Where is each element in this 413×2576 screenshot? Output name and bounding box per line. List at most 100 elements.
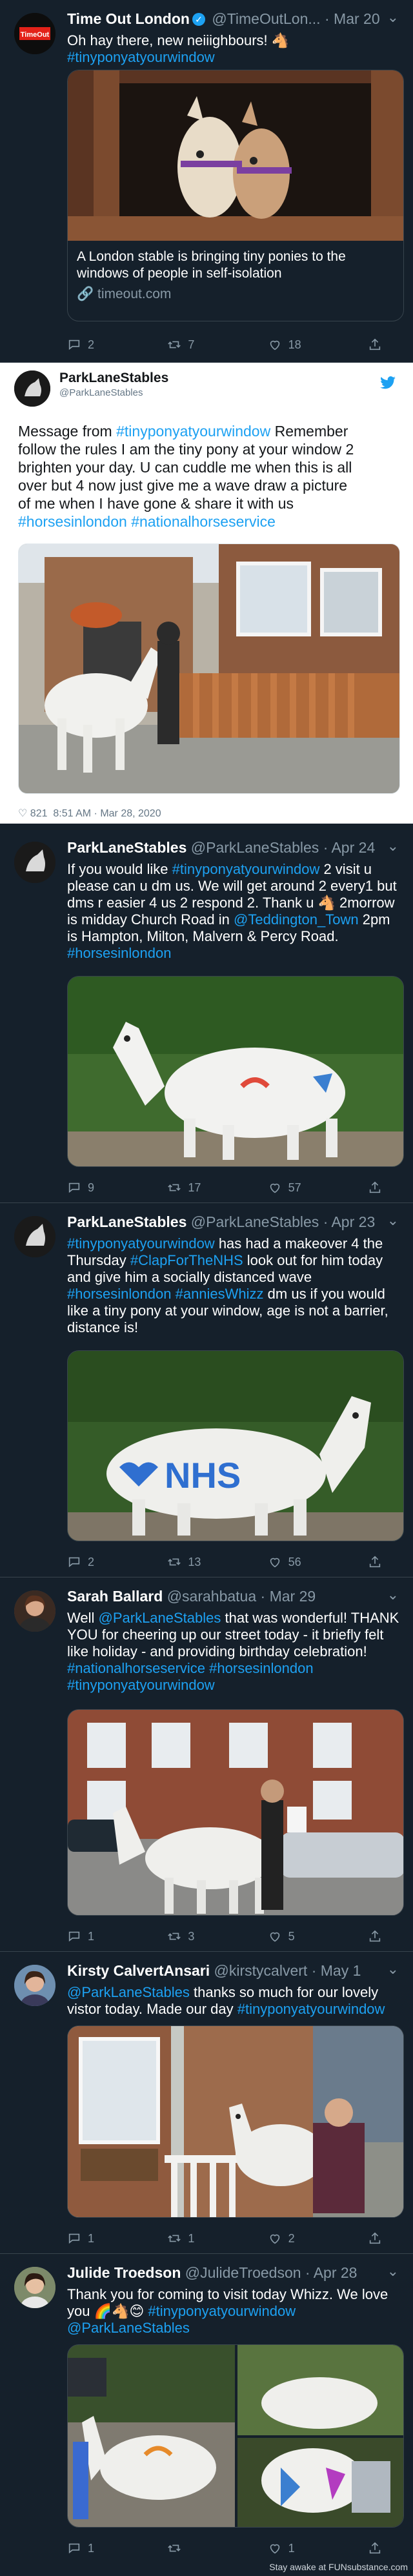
hashtag-link[interactable]: #tinyponyatyourwindow — [67, 1235, 215, 1252]
hashtag-link[interactable]: #tinyponyatyourwindow — [237, 2001, 385, 2017]
share-button[interactable] — [368, 1177, 387, 1198]
like-button[interactable]: 1 — [268, 2538, 345, 2559]
author-name[interactable]: Sarah Ballard — [67, 1588, 163, 1605]
tweet-photo[interactable] — [67, 2025, 404, 2218]
hashtag-link[interactable]: #tinyponyatyourwindow — [67, 1677, 215, 1693]
like-button[interactable]: 2 — [268, 2228, 345, 2249]
share-button[interactable] — [368, 1552, 387, 1572]
hashtag-link[interactable]: #tinyponyatyourwindow — [148, 2303, 296, 2319]
parklane-avatar[interactable] — [14, 842, 55, 883]
tweet-photo[interactable] — [67, 976, 404, 1167]
author-handle[interactable]: @TimeOutLon... — [212, 10, 320, 27]
heart-icon[interactable]: ♡ — [18, 808, 27, 819]
share-button[interactable] — [368, 334, 387, 355]
chevron-down-icon[interactable]: ⌄ — [387, 1961, 399, 1978]
author-handle[interactable]: @sarahbatua — [167, 1588, 256, 1605]
mention-link[interactable]: @Teddington_Town — [234, 911, 359, 928]
mention-link[interactable]: @ParkLaneStables — [67, 2320, 190, 2336]
author-handle[interactable]: @ParkLaneStables — [191, 839, 319, 856]
tweet-date[interactable]: Apr 23 — [331, 1213, 375, 1230]
tweet-date[interactable]: Mar 20 — [334, 10, 380, 27]
tweet-timeout[interactable]: TimeOut Time Out London ✓ @TimeOutLon... … — [0, 0, 413, 363]
hashtag-link[interactable]: #tinyponyatyourwindow — [116, 423, 270, 440]
share-icon — [369, 2542, 381, 2554]
author-name[interactable]: ParkLaneStables — [67, 839, 186, 856]
reply-button[interactable]: 1 — [67, 2538, 145, 2559]
tweet-sarah-ballard[interactable]: Sarah Ballard @sarahbatua · Mar 29 ⌄ Wel… — [0, 1577, 413, 1952]
reply-button[interactable]: 9 — [67, 1177, 145, 1198]
painted-nhs-text: NHS — [165, 1455, 241, 1496]
tweet-date[interactable]: Mar 29 — [270, 1588, 316, 1605]
pony-photo-collage — [68, 2345, 403, 2527]
reply-button[interactable]: 1 — [67, 2228, 145, 2249]
timeout-avatar[interactable]: TimeOut — [14, 13, 55, 54]
tweet-date[interactable]: Apr 24 — [331, 839, 375, 856]
retweet-button[interactable]: 17 — [167, 1177, 245, 1198]
pony-street-photo[interactable] — [18, 543, 400, 794]
author-name[interactable]: Julide Troedson — [67, 2264, 181, 2281]
like-button[interactable]: 5 — [268, 1926, 345, 1947]
twitter-bird-icon — [380, 376, 396, 389]
chevron-down-icon[interactable]: ⌄ — [387, 1212, 399, 1229]
mention-link[interactable]: @ParkLaneStables — [67, 1984, 190, 2000]
heart-icon — [270, 1932, 279, 1942]
like-button[interactable]: 57 — [268, 1177, 345, 1198]
retweet-button[interactable]: 13 — [167, 1552, 245, 1572]
tweet-parklane-expanded[interactable]: ParkLaneStables @ParkLaneStables Message… — [0, 363, 413, 829]
mention-link[interactable]: @ParkLaneStables — [99, 1610, 221, 1626]
chevron-down-icon[interactable]: ⌄ — [387, 2263, 399, 2280]
hashtag-link[interactable]: #nationalhorseservice — [67, 1660, 205, 1676]
reply-button[interactable]: 1 — [67, 1926, 145, 1947]
author-handle[interactable]: @JulideTroedson — [185, 2264, 301, 2281]
text-line: follow the rules I am the tiny pony at y… — [18, 441, 354, 458]
author-name[interactable]: ParkLaneStables — [67, 1213, 186, 1230]
hashtag-link[interactable]: #nationalhorseservice — [131, 513, 276, 530]
share-button[interactable] — [368, 1926, 387, 1947]
share-button[interactable] — [368, 2538, 387, 2559]
tweet-kirsty-calvertansari[interactable]: Kirsty CalvertAnsari @kirstycalvert · Ma… — [0, 1952, 413, 2254]
reply-button[interactable]: 2 — [67, 1552, 145, 1572]
hashtag-link[interactable]: #tinyponyatyourwindow — [172, 861, 320, 877]
tweet-photo[interactable]: NHS — [67, 1350, 404, 1541]
author-name[interactable]: Time Out London — [67, 10, 190, 27]
author-handle[interactable]: @kirstycalvert — [214, 1962, 308, 1979]
hashtag-link[interactable]: #horsesinlondon — [67, 1286, 171, 1302]
timeout-logo-icon: TimeOut — [14, 13, 55, 54]
hashtag-link[interactable]: #horsesinlondon — [18, 513, 127, 530]
retweet-button[interactable]: 1 — [167, 2228, 245, 2249]
author-handle[interactable]: @ParkLaneStables — [59, 387, 143, 398]
tweet-photo-grid[interactable] — [67, 2344, 404, 2528]
tweet-julide-troedson[interactable]: Julide Troedson @JulideTroedson · Apr 28… — [0, 2254, 413, 2576]
retweet-button[interactable] — [167, 2538, 245, 2559]
reply-button[interactable]: 2 — [67, 334, 145, 355]
hashtag-link[interactable]: #ClapForTheNHS — [130, 1252, 243, 1268]
tweet-photo[interactable] — [67, 1709, 404, 1916]
user-avatar[interactable] — [14, 1965, 55, 2006]
site-watermark: Stay awake at FUNsubstance.com — [269, 2562, 408, 2572]
chevron-down-icon[interactable]: ⌄ — [387, 838, 399, 855]
user-avatar[interactable] — [14, 2267, 55, 2308]
parklane-avatar[interactable] — [14, 1216, 55, 1257]
hashtag-link[interactable]: #anniesWhizz — [176, 1286, 264, 1302]
hashtag-link[interactable]: #horsesinlondon — [67, 945, 171, 961]
text-line: brighten your day. U can cuddle me when … — [18, 459, 352, 476]
author-name[interactable]: ParkLaneStables — [59, 370, 168, 385]
author-handle[interactable]: @ParkLaneStables — [191, 1213, 319, 1230]
tweet-date[interactable]: Apr 28 — [314, 2264, 358, 2281]
tweet-parklane-apr23[interactable]: ParkLaneStables @ParkLaneStables · Apr 2… — [0, 1203, 413, 1577]
chevron-down-icon[interactable]: ⌄ — [387, 1587, 399, 1603]
chevron-down-icon[interactable]: ⌄ — [387, 9, 399, 26]
like-button[interactable]: 18 — [268, 334, 345, 355]
link-card[interactable]: A London stable is bringing tiny ponies … — [67, 70, 404, 321]
retweet-button[interactable]: 3 — [167, 1926, 245, 1947]
retweet-button[interactable]: 7 — [167, 334, 245, 355]
user-avatar[interactable] — [14, 1590, 55, 1632]
author-name[interactable]: Kirsty CalvertAnsari — [67, 1962, 210, 1979]
hashtag-link[interactable]: #horsesinlondon — [209, 1660, 313, 1676]
like-button[interactable]: 56 — [268, 1552, 345, 1572]
hashtag-link[interactable]: #tinyponyatyourwindow — [67, 49, 215, 65]
parklane-avatar[interactable] — [14, 370, 50, 407]
tweet-parklane-apr24[interactable]: ParkLaneStables @ParkLaneStables · Apr 2… — [0, 829, 413, 1203]
share-button[interactable] — [368, 2228, 387, 2249]
tweet-date[interactable]: May 1 — [321, 1962, 361, 1979]
